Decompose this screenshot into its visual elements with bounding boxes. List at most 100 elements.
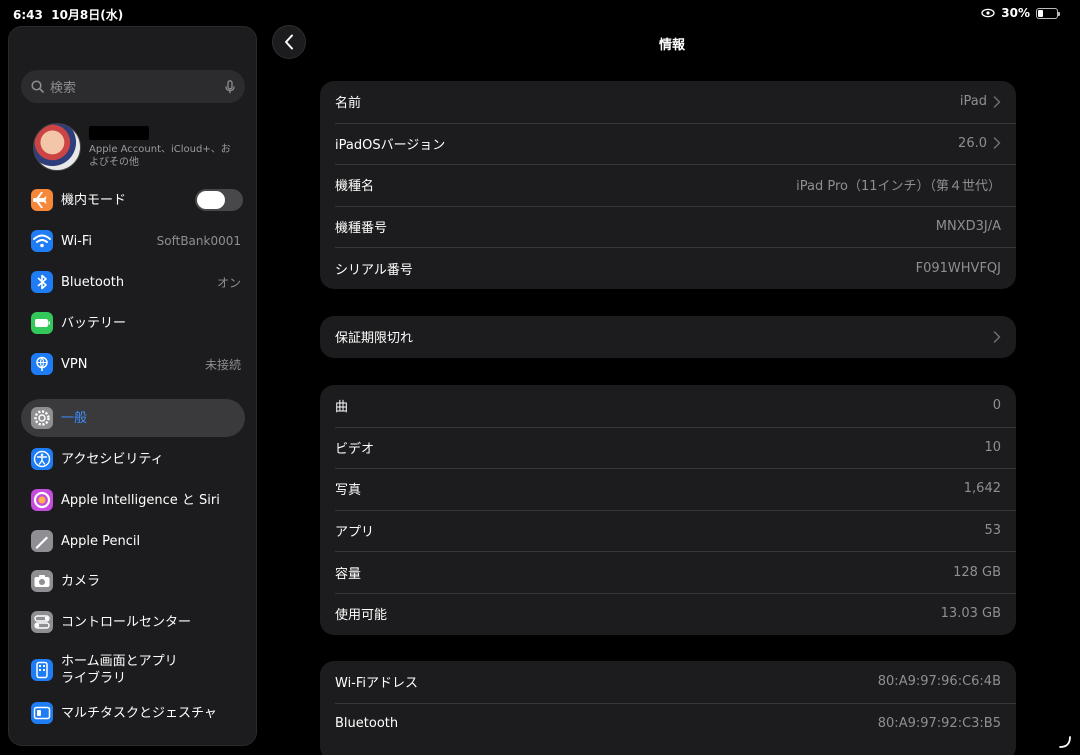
status-indicators: 30% xyxy=(981,6,1060,20)
info-row-label: iPadOSバージョン xyxy=(335,137,446,153)
info-row-label: ビデオ xyxy=(335,441,375,457)
sidebar-item-label: カメラ xyxy=(61,573,101,589)
info-row-label: シリアル番号 xyxy=(335,262,413,278)
sidebar-item-airplane[interactable]: 機内モード xyxy=(21,181,245,219)
info-row: 機種名 iPad Pro（11インチ）（第４世代） xyxy=(320,164,1016,206)
chevron-right-icon xyxy=(993,331,1001,343)
info-row: Wi-Fiアドレス 80:A9:97:96:C6:4B xyxy=(320,661,1016,703)
sidebar-item-vpn[interactable]: VPN 未接続 xyxy=(21,345,245,383)
sidebar-item-label: 一般 xyxy=(61,410,88,426)
storage-info-group: 曲 0 ビデオ 10 写真 1,642 アプリ 53 容量 128 GB 使用可能 13.03 GB xyxy=(320,385,1016,635)
info-row: 機種番号 MNXD3J/A xyxy=(320,205,1016,248)
avatar xyxy=(33,123,81,171)
battery-percent: 30% xyxy=(1001,6,1030,20)
settings-sidebar: 検索 Apple Account、iCloud+、およびその他 機内モード Wi-… xyxy=(8,26,257,746)
info-row-label: Wi-Fiアドレス xyxy=(335,676,419,692)
profile-subtitle: Apple Account、iCloud+、およびその他 xyxy=(89,144,231,168)
sidebar-item-bluetooth[interactable]: Bluetooth オン xyxy=(21,263,245,301)
info-row: 容量 128 GB xyxy=(320,551,1016,593)
battery-icon xyxy=(1036,7,1060,19)
sidebar-item-home-screen[interactable]: ホーム画面とアプリ ライブラリ xyxy=(21,651,245,689)
info-row-label: 機種番号 xyxy=(335,221,388,237)
sidebar-item-label: コントロールセンター xyxy=(61,614,192,630)
microphone-icon[interactable] xyxy=(225,79,235,94)
info-row: 写真 1,642 xyxy=(320,468,1016,510)
search-field[interactable]: 検索 xyxy=(21,70,245,103)
status-bar: 6:43 10月8日(水) 30% xyxy=(0,0,1080,26)
warranty-group: 保証期限切れ xyxy=(320,316,1016,358)
multitasking-icon xyxy=(31,702,53,724)
wifi-icon xyxy=(31,230,53,252)
home-screen-icon xyxy=(31,659,53,681)
corner-gesture-icon xyxy=(1059,736,1071,748)
search-placeholder: 検索 xyxy=(50,81,77,96)
sidebar-item-siri[interactable]: Apple Intelligence と Siri xyxy=(21,481,245,519)
sidebar-item-gear[interactable]: 一般 xyxy=(21,399,245,437)
info-row-value: iPad xyxy=(959,94,987,110)
back-button[interactable] xyxy=(272,25,306,59)
gear-icon xyxy=(31,407,53,429)
sidebar-item-label: アクセシビリティ xyxy=(61,451,164,467)
camera-icon xyxy=(31,570,53,592)
sidebar-item-pencil[interactable]: Apple Pencil xyxy=(21,522,245,560)
info-row-value: 80:A9:97:96:C6:4B xyxy=(877,674,1001,690)
sidebar-item-label: VPN xyxy=(61,356,88,372)
info-row-value: 0 xyxy=(992,398,1001,414)
apple-account-profile[interactable]: Apple Account、iCloud+、およびその他 xyxy=(33,123,243,173)
sidebar-item-value: 未接続 xyxy=(204,357,241,372)
battery-level xyxy=(1038,9,1044,17)
info-row-value: 53 xyxy=(984,523,1001,539)
pencil-icon xyxy=(31,530,53,552)
info-row: ビデオ 10 xyxy=(320,426,1016,469)
sidebar-item-wifi[interactable]: Wi-Fi SoftBank0001 xyxy=(21,222,245,260)
info-row-label: 機種名 xyxy=(335,179,375,195)
sidebar-item-camera[interactable]: カメラ xyxy=(21,562,245,600)
siri-icon xyxy=(31,489,53,511)
info-row-label: 容量 xyxy=(335,566,362,582)
toggle-knob xyxy=(197,191,225,209)
info-row-label: 使用可能 xyxy=(335,608,388,624)
info-row: シリアル番号 F091WHVFQJ xyxy=(320,247,1016,289)
info-row-value: 13.03 GB xyxy=(940,606,1001,622)
sidebar-item-label: 機内モード xyxy=(61,192,127,208)
info-row-label: 名前 xyxy=(335,96,362,112)
chevron-left-icon xyxy=(285,34,293,50)
sidebar-item-control-center[interactable]: コントロールセンター xyxy=(21,603,245,641)
screen-mirroring-icon xyxy=(981,8,995,18)
status-date: 10月8日(水) xyxy=(51,8,124,22)
sidebar-item-label: Apple Intelligence と Siri xyxy=(61,492,220,508)
chevron-right-icon xyxy=(993,96,1001,108)
airplane-mode-toggle[interactable] xyxy=(195,189,243,211)
profile-name-redacted xyxy=(89,126,149,140)
device-info-group: 名前 iPad iPadOSバージョン 26.0 機種名 iPad Pro（11インチ）（… xyxy=(320,81,1016,289)
info-row-label: Bluetooth xyxy=(335,715,399,731)
info-row-label: 写真 xyxy=(335,483,362,499)
info-row-label: 保証期限切れ xyxy=(335,331,414,347)
info-row[interactable]: 名前 iPad xyxy=(320,81,1016,123)
info-row-value: iPad Pro（11インチ）（第４世代） xyxy=(796,179,1001,195)
sidebar-item-accessibility[interactable]: アクセシビリティ xyxy=(21,440,245,478)
bluetooth-icon xyxy=(31,271,53,293)
page-title: 情報 xyxy=(658,38,685,53)
status-time-date: 6:43 10月8日(水) xyxy=(13,6,123,23)
info-row-value: 1,642 xyxy=(963,481,1001,497)
info-row[interactable]: 保証期限切れ xyxy=(320,316,1016,358)
info-row: 使用可能 13.03 GB xyxy=(320,592,1016,635)
sidebar-item-label: バッテリー xyxy=(61,315,127,331)
sidebar-item-value: SoftBank0001 xyxy=(156,234,241,248)
info-row[interactable]: iPadOSバージョン 26.0 xyxy=(320,122,1016,165)
sidebar-item-multitasking[interactable]: マルチタスクとジェスチャ xyxy=(21,694,245,732)
airplane-icon xyxy=(31,189,53,211)
sidebar-item-value: オン xyxy=(216,275,241,290)
sidebar-item-battery[interactable]: バッテリー xyxy=(21,304,245,342)
info-row: Bluetooth 80:A9:97:92:C3:B5 xyxy=(320,702,1016,745)
sidebar-item-label: ホーム画面とアプリ ライブラリ xyxy=(61,654,178,686)
control-center-icon xyxy=(31,611,53,633)
info-row-value: MNXD3J/A xyxy=(935,219,1001,235)
chevron-right-icon xyxy=(993,137,1001,150)
info-row-label: アプリ xyxy=(335,525,375,541)
info-row: アプリ 53 xyxy=(320,509,1016,552)
info-row-value: 80:A9:97:92:C3:B5 xyxy=(877,715,1001,731)
sidebar-item-label: マルチタスクとジェスチャ xyxy=(61,705,217,721)
vpn-icon xyxy=(31,353,53,375)
